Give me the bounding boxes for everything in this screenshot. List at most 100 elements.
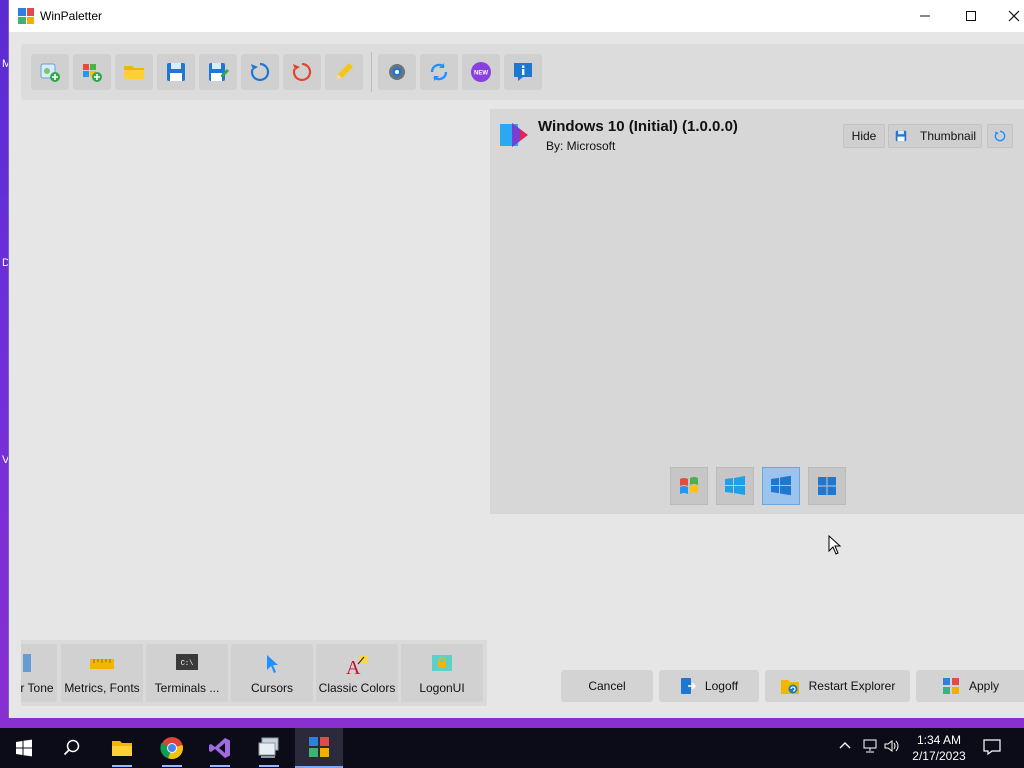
windows-7-logo-icon <box>680 477 698 494</box>
winpaletter-logo-icon <box>18 8 34 24</box>
windows-11-logo-icon <box>818 477 836 495</box>
close-button[interactable] <box>991 0 1024 32</box>
theme-preview-panel: Windows 10 (Initial) (1.0.0.0) By: Micro… <box>490 109 1024 514</box>
taskbar-app[interactable] <box>245 728 293 768</box>
notification-icon <box>983 739 1001 756</box>
edit-info-button[interactable] <box>325 54 363 90</box>
logoff-icon <box>680 678 696 694</box>
windows-10-button[interactable] <box>762 467 800 505</box>
save-icon <box>895 130 907 142</box>
tab-logonui[interactable]: LogonUI <box>401 644 483 702</box>
taskbar-winpaletter[interactable] <box>295 728 343 768</box>
theme-list-panel <box>21 108 487 638</box>
tab-label: Metrics, Fonts <box>64 681 140 695</box>
undo-button[interactable] <box>241 54 279 90</box>
taskbar-file-explorer[interactable] <box>98 728 146 768</box>
theme-name: Windows 10 (Initial) (1.0.0.0) <box>538 118 738 135</box>
windows-11-button[interactable] <box>808 467 846 505</box>
sync-icon <box>430 63 448 81</box>
tab-metrics-fonts[interactable]: Metrics, Fonts <box>61 644 143 702</box>
new-from-preset-button[interactable] <box>73 54 111 90</box>
tab-label: r Tone <box>21 681 54 695</box>
clock-time: 1:34 AM <box>916 733 962 747</box>
taskbar-chrome[interactable] <box>148 728 196 768</box>
tab-classic-colors[interactable]: A Classic Colors <box>316 644 398 702</box>
app-window-icon <box>258 737 279 758</box>
apply-label: Apply <box>968 679 1000 693</box>
accent-tone-icon <box>23 654 31 675</box>
tab-accent-tone[interactable]: r Tone <box>21 644 57 702</box>
main-toolbar: NEW <box>21 44 1024 100</box>
cursor-icon <box>265 654 279 677</box>
logoff-button[interactable]: Logoff <box>659 670 759 702</box>
settings-button[interactable] <box>378 54 416 90</box>
maximize-button[interactable] <box>948 0 994 32</box>
search-icon <box>63 739 80 756</box>
restart-explorer-label: Restart Explorer <box>808 679 896 693</box>
sync-button[interactable] <box>420 54 458 90</box>
about-icon <box>514 63 532 81</box>
save-as-button[interactable] <box>199 54 237 90</box>
app-window: WinPaletter NEW Windows 10 (Initial) (1.… <box>8 0 1024 718</box>
logoff-label: Logoff <box>704 679 739 693</box>
notifications-button[interactable] <box>983 739 1001 758</box>
tab-label: Terminals ... <box>154 681 220 695</box>
apply-icon <box>942 678 959 694</box>
theme-logo-icon <box>500 123 528 147</box>
cancel-button[interactable]: Cancel <box>561 670 653 702</box>
logon-lock-icon <box>431 654 453 675</box>
minimize-icon <box>920 15 930 17</box>
toolbar-separator <box>371 52 372 92</box>
taskbar-visual-studio[interactable] <box>196 728 244 768</box>
minimize-button[interactable] <box>902 0 948 32</box>
save-as-icon <box>209 63 229 81</box>
tab-cursors[interactable]: Cursors <box>231 644 313 702</box>
new-theme-button[interactable] <box>31 54 69 90</box>
windows-8-button[interactable] <box>716 467 754 505</box>
close-icon <box>1008 10 1020 22</box>
save-icon <box>167 63 185 81</box>
hide-button[interactable]: Hide <box>843 124 885 148</box>
open-button[interactable] <box>115 54 153 90</box>
about-button[interactable] <box>504 54 542 90</box>
whats-new-icon: NEW <box>471 62 491 82</box>
chevron-up-icon <box>839 742 851 749</box>
network-button[interactable] <box>862 739 878 756</box>
classic-colors-icon: A <box>344 654 370 679</box>
windows-8-logo-icon <box>725 476 745 495</box>
apply-button[interactable]: Apply <box>916 670 1024 702</box>
volume-button[interactable] <box>884 739 900 756</box>
search-button[interactable] <box>48 728 96 768</box>
refresh-preview-button[interactable] <box>987 124 1013 148</box>
file-explorer-icon <box>112 741 132 756</box>
whats-new-button[interactable]: NEW <box>462 54 500 90</box>
save-button[interactable] <box>157 54 195 90</box>
windows-10-logo-icon <box>771 475 791 496</box>
taskbar-clock[interactable]: 1:34 AM 2/17/2023 <box>904 732 974 764</box>
open-folder-icon <box>124 66 144 79</box>
svg-text:NEW: NEW <box>474 71 488 77</box>
taskbar: 1:34 AM 2/17/2023 <box>0 728 1024 768</box>
theme-author: By: Microsoft <box>546 139 616 153</box>
start-button[interactable] <box>0 728 48 768</box>
title-bar[interactable]: WinPaletter <box>9 0 1024 32</box>
tab-terminals[interactable]: C:\ Terminals ... <box>146 644 228 702</box>
edit-info-icon <box>336 63 353 80</box>
clock-date: 2/17/2023 <box>912 749 966 763</box>
windows-7-button[interactable] <box>670 467 708 505</box>
chrome-icon <box>160 737 183 760</box>
windows-start-icon <box>16 739 32 757</box>
show-hidden-icons-button[interactable] <box>838 739 852 756</box>
winpaletter-icon <box>309 737 329 757</box>
restart-explorer-button[interactable]: Restart Explorer <box>765 670 910 702</box>
maximize-icon <box>966 11 976 21</box>
ruler-icon <box>89 654 115 675</box>
restore-button[interactable] <box>283 54 321 90</box>
apply-undo-icon <box>250 62 270 82</box>
volume-icon <box>884 740 899 752</box>
thumbnail-button[interactable]: Thumbnail <box>888 124 982 148</box>
mouse-cursor-icon <box>828 535 842 555</box>
restart-explorer-icon <box>780 680 799 694</box>
visual-studio-icon <box>209 738 230 758</box>
settings-icon <box>389 64 405 80</box>
